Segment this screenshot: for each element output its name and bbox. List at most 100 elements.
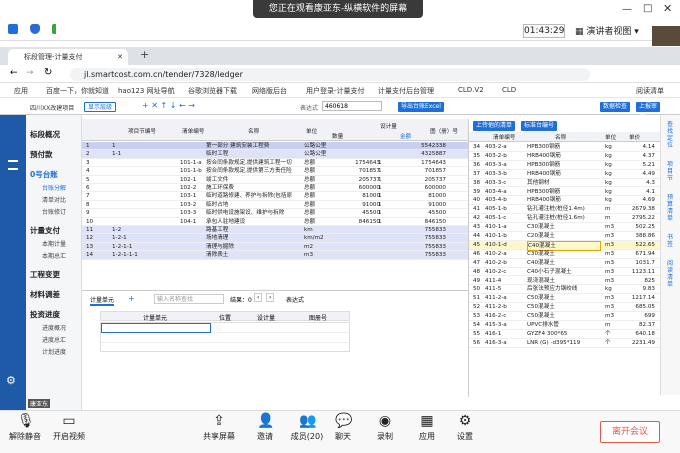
side-tab[interactable]: 查找定位 bbox=[667, 121, 675, 149]
list-item[interactable]: 52 411-2-b C50混凝土 m3 685.05 bbox=[469, 303, 660, 313]
presenter-view-button[interactable]: ▦ 演讲者视图 ▾ bbox=[575, 24, 639, 37]
start-video-button[interactable]: ▭ 开启视频 bbox=[46, 413, 92, 442]
maximize-button[interactable]: □ bbox=[643, 3, 652, 14]
signal-icon[interactable] bbox=[52, 24, 62, 34]
data-check-button[interactable]: 数据检查 bbox=[600, 102, 631, 112]
sidebar-item[interactable]: 投资进度 bbox=[30, 309, 60, 320]
table-row[interactable]: 13 1-2-1-1 清理与掘除 m2 755833 bbox=[82, 242, 468, 252]
col-header[interactable]: 项目节编号 bbox=[128, 127, 156, 135]
list-item[interactable]: 55 416-1 GYZF4 300*65 个 640.18 bbox=[469, 330, 660, 339]
new-tab-button[interactable]: + bbox=[140, 48, 149, 61]
prev-result-button[interactable]: ‹ bbox=[254, 293, 263, 302]
list-item[interactable]: 44 410-1-b C20混凝土 m3 388.86 bbox=[469, 232, 660, 241]
list-item[interactable]: 50 411-5 后张法预应力钢绞线 kg 9.83 bbox=[469, 285, 660, 295]
project-list-icon[interactable] bbox=[8, 160, 18, 170]
list-item[interactable]: 53 416-2-c C50混凝土 m3 699 bbox=[469, 312, 660, 321]
sidebar-item[interactable]: 标段概况 bbox=[30, 129, 60, 140]
bookmark-item[interactable]: 网络版后台 bbox=[252, 86, 287, 96]
list-item[interactable]: 39 403-4-a HPB300钢筋 kg 4.1 bbox=[469, 188, 660, 197]
col-header[interactable]: 图册号 bbox=[309, 313, 327, 322]
settings-icon[interactable]: ⚙ bbox=[6, 374, 16, 387]
bookmark-item[interactable]: CLD bbox=[502, 86, 516, 94]
sidebar-subitem[interactable]: 进度总汇 bbox=[42, 335, 66, 344]
col-header[interactable]: 金额 bbox=[400, 132, 411, 140]
leave-meeting-button[interactable]: 离开会议 bbox=[600, 421, 660, 443]
list-item[interactable]: 48 410-2-c C40小石子混凝土 m3 1123.11 bbox=[469, 268, 660, 277]
bookmark-item[interactable]: hao123 网址导航 bbox=[118, 86, 175, 96]
list-item[interactable]: 49 411-4 现浇混凝土 m3 825 bbox=[469, 277, 660, 286]
sidebar-item[interactable]: 计量支付 bbox=[30, 225, 60, 236]
list-item[interactable]: 56 416-3-a LNR (G) -d395*119 个 2231.49 bbox=[469, 339, 660, 348]
col-header[interactable]: 单位 bbox=[605, 133, 616, 141]
table-row[interactable]: 9 103-3 临时供电设施架设、维护与拆除 总额 45500 1 45500 bbox=[82, 209, 468, 218]
col-header[interactable]: 名称 bbox=[555, 133, 566, 141]
expression-input[interactable]: 460618 bbox=[322, 101, 382, 111]
tab-measure-unit[interactable]: 计量单元 bbox=[90, 295, 115, 306]
sidebar-subitem[interactable]: 清单对比 bbox=[42, 195, 66, 204]
list-item[interactable]: 40 403-4-b HRB400钢筋 kg 4.69 bbox=[469, 196, 660, 206]
list-item[interactable]: 42 405-1-c 钻孔灌注桩(桩径1.6m) m 2795.22 bbox=[469, 214, 660, 224]
submit-approval-button[interactable]: 上报审批 bbox=[636, 102, 660, 120]
bookmark-item[interactable]: 计量支付后台管理 bbox=[378, 86, 434, 96]
close-icon[interactable]: ✕ bbox=[117, 49, 123, 65]
list-item[interactable]: 36 403-3-a HPB300钢筋 kg 5.21 bbox=[469, 161, 660, 170]
list-item[interactable]: 34 403-2-a HPB300钢筋 kg 4.14 bbox=[469, 143, 660, 152]
bookmark-item[interactable]: 应用 bbox=[14, 86, 28, 96]
bookmark-item[interactable]: 阅读清单 bbox=[636, 86, 664, 96]
bookmark-item[interactable]: 谷歌浏览器下载 bbox=[188, 86, 237, 96]
sidebar-item[interactable]: 预付款 bbox=[30, 149, 53, 160]
col-header[interactable]: 设计量 bbox=[257, 313, 275, 322]
active-cell[interactable] bbox=[101, 323, 211, 333]
list-item[interactable]: 54 415-3-a UPVC排水管 m 82.37 bbox=[469, 321, 660, 330]
table-row[interactable]: 7 103-1 临时道路修建、养护与拆除(包括原 总额 81000 1 81000 bbox=[82, 192, 468, 201]
table-row[interactable]: 2 1-1 临时工程 公路公里 4325887 bbox=[82, 150, 468, 159]
unmute-button[interactable]: 🎙 解除静音 bbox=[2, 413, 48, 442]
chat-button[interactable]: 💬 聊天 bbox=[320, 413, 366, 442]
add-icon[interactable]: + bbox=[128, 294, 135, 303]
col-header[interactable]: 单价 bbox=[629, 133, 640, 141]
share-screen-button[interactable]: ⇪ 共享屏幕 bbox=[196, 413, 242, 442]
record-button[interactable]: ◉ 录制 bbox=[362, 413, 408, 442]
list-item[interactable]: 47 410-2-b C40混凝土 m3 1031.7 bbox=[469, 259, 660, 268]
shield-icon[interactable] bbox=[30, 24, 40, 34]
sidebar-subitem[interactable]: 进度概况 bbox=[42, 323, 66, 332]
bookmark-item[interactable]: 用户登录-计量支付 bbox=[306, 86, 365, 96]
table-row[interactable]: 5 102-1 竣工文件 总额 205737 1 205737 bbox=[82, 176, 468, 184]
sidebar-subitem[interactable]: 计划进度 bbox=[42, 347, 66, 356]
unit-table-body[interactable] bbox=[100, 322, 350, 352]
back-icon[interactable]: ← bbox=[10, 68, 18, 78]
invite-button[interactable]: 👤 邀请 bbox=[242, 413, 288, 442]
col-header[interactable]: 计量单元 bbox=[143, 313, 167, 322]
col-header[interactable]: 名称 bbox=[248, 127, 259, 135]
tab-upload-bill[interactable]: 上传他的清单 bbox=[473, 121, 516, 131]
side-tab[interactable]: 书签 bbox=[667, 234, 675, 248]
table-row[interactable]: 8 103-2 临时占地 总额 91000 1 91000 bbox=[82, 201, 468, 210]
table-row[interactable]: 4 101-1-b 按合同条款规定,提供第三方责任险 总额 701857 1 701857 bbox=[82, 167, 468, 176]
list-item[interactable]: 35 403-2-b HRB400钢筋 kg 4.37 bbox=[469, 152, 660, 161]
url-input[interactable]: jl.smartcost.com.cn/tender/7328/ledger bbox=[70, 68, 590, 81]
list-item[interactable]: 43 410-1-a C30混凝土 m3 502.25 bbox=[469, 223, 660, 232]
add-row-icon[interactable]: + ✕ ↑ ↓ ← → bbox=[142, 101, 195, 110]
sidebar-subitem[interactable]: 本期计量 bbox=[42, 239, 66, 248]
list-item[interactable]: 38 403-3-c 其他钢材 kg 4.3 bbox=[469, 179, 660, 188]
tab-standard-code[interactable]: 标准台编号 bbox=[521, 121, 558, 131]
col-header[interactable]: 设计量 bbox=[380, 122, 397, 130]
sidebar-subitem[interactable]: 台账分解 bbox=[42, 183, 66, 192]
settings-button[interactable]: ⚙ 设置 bbox=[442, 413, 488, 442]
col-header[interactable]: 图（册）号 bbox=[430, 127, 458, 135]
col-header[interactable]: 清单编号 bbox=[182, 127, 204, 135]
list-item[interactable]: 46 410-2-a C30混凝土 m3 671.94 bbox=[469, 250, 660, 259]
table-row[interactable]: 6 102-2 施工环保费 总额 600000 1 600000 bbox=[82, 184, 468, 193]
list-item[interactable]: 41 405-1-b 钻孔灌注桩(桩径1.4m) m 2679.38 bbox=[469, 205, 660, 215]
list-item[interactable]: 45 410-1-d C40混凝土 m3 522.65 bbox=[469, 240, 660, 252]
col-header[interactable]: 位置 bbox=[219, 313, 231, 322]
side-tab[interactable]: 项目节 bbox=[667, 161, 675, 182]
forward-icon[interactable]: → bbox=[26, 68, 34, 78]
sidebar-subitem[interactable]: 本期总汇 bbox=[42, 251, 66, 260]
table-row[interactable]: 11 1-2 路基工程 km 755833 bbox=[82, 226, 468, 235]
table-row[interactable]: 3 101-1-a 按合同条款规定,提供建筑工程一切 总额 1754643 1 175464… bbox=[82, 159, 468, 168]
col-header[interactable]: 清单编号 bbox=[493, 133, 515, 141]
list-item[interactable]: 37 403-3-b HRB400钢筋 kg 4.49 bbox=[469, 170, 660, 179]
bookmark-item[interactable]: 百度一下，你就知道 bbox=[46, 86, 109, 96]
sidebar-subitem[interactable]: 台账修订 bbox=[42, 207, 66, 216]
